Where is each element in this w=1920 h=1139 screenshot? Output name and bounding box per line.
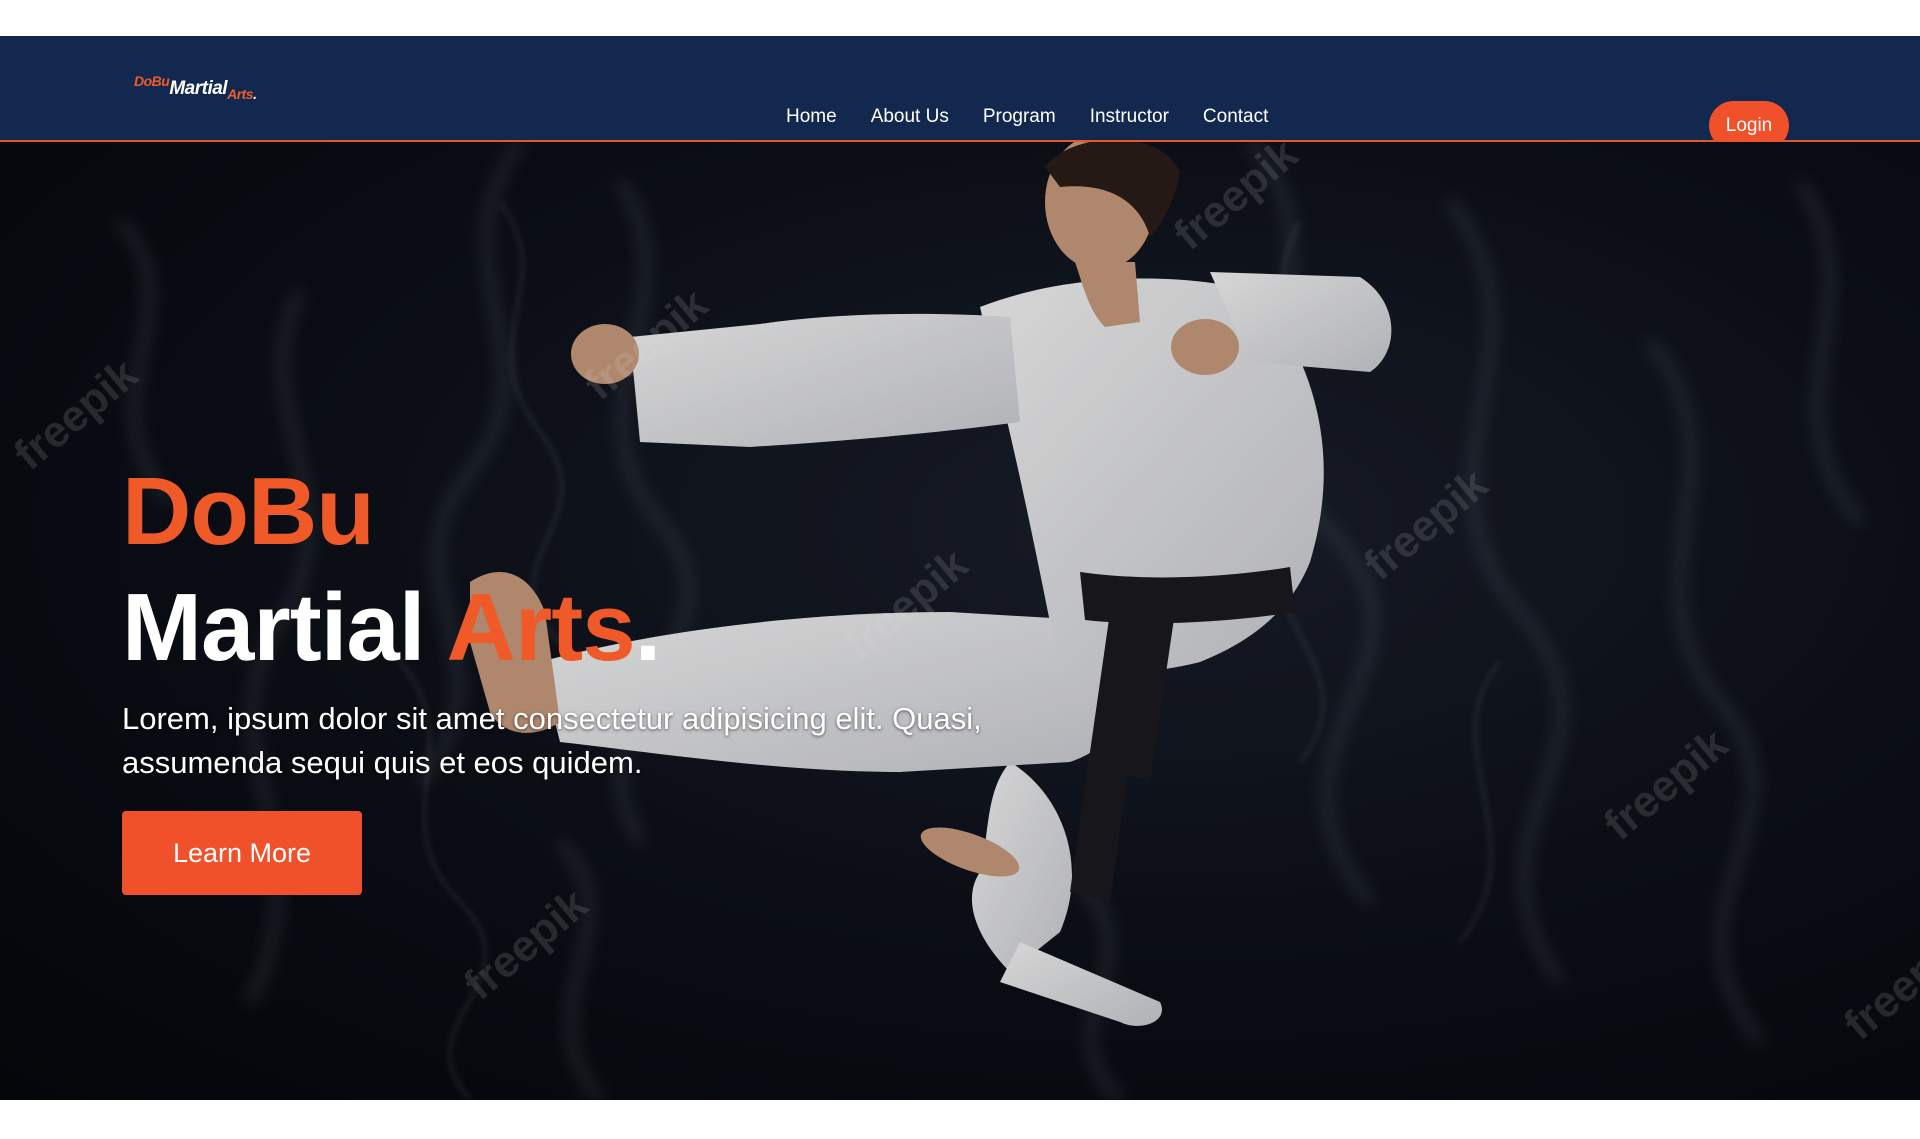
nav-link-home[interactable]: Home — [786, 106, 837, 127]
nav-menu: Home About Us Program Instructor Contact — [786, 106, 1268, 128]
nav-item-instructor: Instructor — [1090, 106, 1169, 128]
hero-section: freepik freepik freepik freepik freepik … — [0, 142, 1920, 1100]
navbar: DoBuMartialArts. Home About Us Program I… — [0, 36, 1920, 150]
nav-item-about: About Us — [871, 106, 949, 128]
logo-dobu: DoBu — [134, 73, 170, 89]
nav-link-instructor[interactable]: Instructor — [1090, 106, 1169, 127]
nav-link-contact[interactable]: Contact — [1203, 106, 1268, 127]
hero-subtitle: Lorem, ipsum dolor sit amet consectetur … — [122, 701, 982, 780]
learn-more-button[interactable]: Learn More — [122, 811, 362, 895]
hero-title-line2: Martial Arts. — [122, 570, 662, 686]
hero-title-dot: . — [634, 574, 662, 681]
nav-link-about[interactable]: About Us — [871, 106, 949, 127]
brand-logo[interactable]: DoBuMartialArts. — [134, 73, 257, 102]
logo-martial: Martial — [169, 78, 228, 99]
nav-item-contact: Contact — [1203, 106, 1268, 128]
logo-dot: . — [253, 86, 257, 102]
hero-title-arts: Arts — [446, 574, 636, 681]
nav-link-program[interactable]: Program — [983, 106, 1056, 127]
hero-title-martial: Martial — [122, 574, 425, 681]
nav-item-program: Program — [983, 106, 1056, 128]
logo-arts: Arts — [227, 86, 254, 102]
hero-title: DoBu Martial Arts. — [122, 454, 662, 686]
hero-title-dobu: DoBu — [122, 458, 375, 565]
nav-item-home: Home — [786, 106, 837, 128]
